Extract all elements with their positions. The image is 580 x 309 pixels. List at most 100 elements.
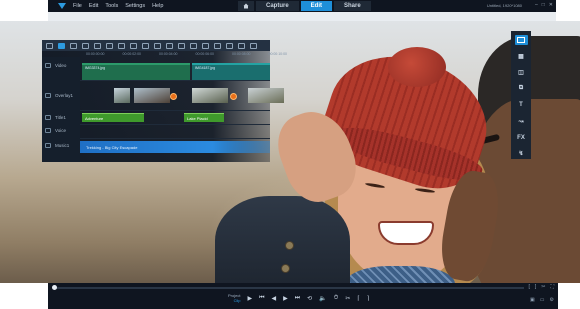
tool-icon[interactable] xyxy=(214,42,221,49)
tool-icon[interactable] xyxy=(118,42,125,49)
play-mode[interactable]: Project Clip xyxy=(228,293,241,304)
tab-edit[interactable]: Edit xyxy=(300,1,333,11)
close-icon[interactable]: ✕ xyxy=(549,2,553,8)
snapshot-icon[interactable]: ▣ xyxy=(530,297,535,303)
transition-icon[interactable]: ⧉ xyxy=(515,84,528,94)
window-controls: – □ ✕ xyxy=(535,2,553,8)
video-lane[interactable]: IMG3374.jpg IMG4187.jpg xyxy=(80,63,270,81)
timeline-editor: 00:00:00:00 00:00:02:00 00:00:04:00 00:0… xyxy=(42,40,287,162)
music-clip[interactable]: Trekking - Big City Escapade xyxy=(80,141,270,153)
ruler-tick: 00:00:10:00 xyxy=(268,52,288,56)
tab-capture[interactable]: Capture xyxy=(256,1,299,11)
tool-icon[interactable] xyxy=(178,42,185,49)
go-to-end-icon[interactable]: ⏭ xyxy=(295,295,300,302)
jacket xyxy=(215,196,350,283)
tool-icon[interactable] xyxy=(130,42,137,49)
ruler-tick: 00:00:00:00 xyxy=(86,52,105,56)
undo-icon[interactable] xyxy=(94,42,101,49)
volume-icon[interactable]: 🔈 xyxy=(319,295,326,302)
overlay-thumbnail[interactable] xyxy=(248,88,284,103)
voice-lane[interactable] xyxy=(80,127,270,139)
ruler-tick: 00:00:04:00 xyxy=(159,52,178,56)
scrub-bar[interactable] xyxy=(54,287,524,289)
voice-track-icon[interactable] xyxy=(45,128,51,133)
overlay-thumbnail[interactable] xyxy=(114,88,130,103)
transport-controls: Project Clip ▶ ⏮ ◀ ▶ ⏭ ⟲ 🔈 ⏱ ✂ ⌈ ⌉ xyxy=(228,293,369,304)
title-clip-adventure[interactable]: Adventure xyxy=(82,113,144,122)
storyboard-view-icon[interactable] xyxy=(46,42,53,49)
library-tools: ▦ ◫ ⧉ T ↝ FX ↯ xyxy=(511,31,531,159)
minimize-icon[interactable]: – xyxy=(535,2,538,8)
overlay-thumbnail[interactable] xyxy=(192,88,228,103)
path-icon[interactable]: ↝ xyxy=(515,116,528,126)
timeline-toolbar xyxy=(42,40,270,51)
graphics-icon[interactable]: ◫ xyxy=(515,68,528,78)
overlay-thumbnail[interactable] xyxy=(134,88,170,103)
effect-icon[interactable] xyxy=(170,93,177,100)
maximize-icon[interactable]: □ xyxy=(542,2,545,8)
mark-out-icon[interactable]: ] xyxy=(535,284,536,290)
fullscreen-icon[interactable]: ⛶ xyxy=(550,284,554,290)
media-glyph xyxy=(517,37,525,44)
go-to-start-icon[interactable]: ⏮ xyxy=(259,295,264,302)
timecode-icon[interactable]: ⏱ xyxy=(334,295,339,302)
menu-settings[interactable]: Settings xyxy=(125,3,145,9)
instant-project-icon[interactable]: ▦ xyxy=(515,51,528,61)
display-icon[interactable]: ▭ xyxy=(540,297,545,303)
player-panel: [ ] ✂ ⛶ Project Clip ▶ ⏮ ◀ ▶ ⏭ ⟲ 🔈 ⏱ ✂ ⌈… xyxy=(48,283,558,309)
menu-tools[interactable]: Tools xyxy=(105,3,118,9)
split-icon[interactable]: ✂ xyxy=(541,284,545,290)
menu-edit[interactable]: Edit xyxy=(89,3,98,9)
title-track-icon[interactable] xyxy=(45,115,51,120)
title-clip-lake-placid[interactable]: Lake Placid xyxy=(184,113,224,122)
repeat-icon[interactable]: ⟲ xyxy=(307,295,312,302)
timeline-ruler[interactable]: 00:00:00:00 00:00:02:00 00:00:04:00 00:0… xyxy=(80,51,287,57)
title-lane[interactable]: Adventure Lake Placid xyxy=(80,113,270,125)
tool-icon[interactable] xyxy=(70,42,77,49)
filter-icon[interactable]: FX xyxy=(515,133,528,143)
tab-share[interactable]: Share xyxy=(334,1,371,11)
settings-icon[interactable]: ⚙ xyxy=(550,297,554,303)
next-frame-icon[interactable]: ▶ xyxy=(283,295,288,302)
video-track-icon[interactable] xyxy=(45,63,51,68)
tool-icon[interactable] xyxy=(238,42,245,49)
jacket-button xyxy=(281,264,290,273)
motion-icon[interactable]: ↯ xyxy=(515,149,528,159)
tab-home[interactable] xyxy=(238,1,254,11)
track-label-music: Music1 xyxy=(55,143,70,148)
split-icon[interactable]: ✂ xyxy=(345,295,350,302)
timeline-view-icon[interactable] xyxy=(58,42,65,49)
mode-clip[interactable]: Clip xyxy=(228,298,241,304)
tool-icon[interactable] xyxy=(82,42,89,49)
menu-help[interactable]: Help xyxy=(152,3,163,9)
video-clip[interactable]: IMG3374.jpg xyxy=(82,63,190,80)
overlay-lane[interactable] xyxy=(80,83,284,111)
effect-icon[interactable] xyxy=(230,93,237,100)
play-icon[interactable]: ▶ xyxy=(247,295,252,302)
tool-icon[interactable] xyxy=(154,42,161,49)
mark-in-icon[interactable]: [ xyxy=(529,284,530,290)
scrub-handle[interactable] xyxy=(52,285,57,290)
ruler-tick: 00:00:08:00 xyxy=(232,52,251,56)
tool-icon[interactable] xyxy=(250,42,257,49)
tool-icon[interactable] xyxy=(190,42,197,49)
media-icon[interactable] xyxy=(514,35,528,46)
scrub-tools: [ ] ✂ ⛶ xyxy=(529,284,555,290)
music-track-icon[interactable] xyxy=(45,143,51,148)
previous-frame-icon[interactable]: ◀ xyxy=(271,295,276,302)
jacket-button xyxy=(285,241,294,250)
mark-in-icon[interactable]: ⌈ xyxy=(357,295,359,302)
tool-icon[interactable] xyxy=(142,42,149,49)
redo-icon[interactable] xyxy=(106,42,113,49)
tool-icon[interactable] xyxy=(166,42,173,49)
title-icon[interactable]: T xyxy=(515,100,528,110)
mark-out-icon[interactable]: ⌉ xyxy=(367,295,369,302)
track-label-voice: Voice xyxy=(55,128,67,133)
home-icon xyxy=(243,3,249,9)
player-options: ▣ ▭ ⚙ xyxy=(530,297,554,303)
video-clip[interactable]: IMG4187.jpg xyxy=(192,63,270,80)
overlay-track-icon[interactable] xyxy=(45,93,51,98)
tool-icon[interactable] xyxy=(202,42,209,49)
tool-icon[interactable] xyxy=(226,42,233,49)
menu-file[interactable]: File xyxy=(73,3,82,9)
